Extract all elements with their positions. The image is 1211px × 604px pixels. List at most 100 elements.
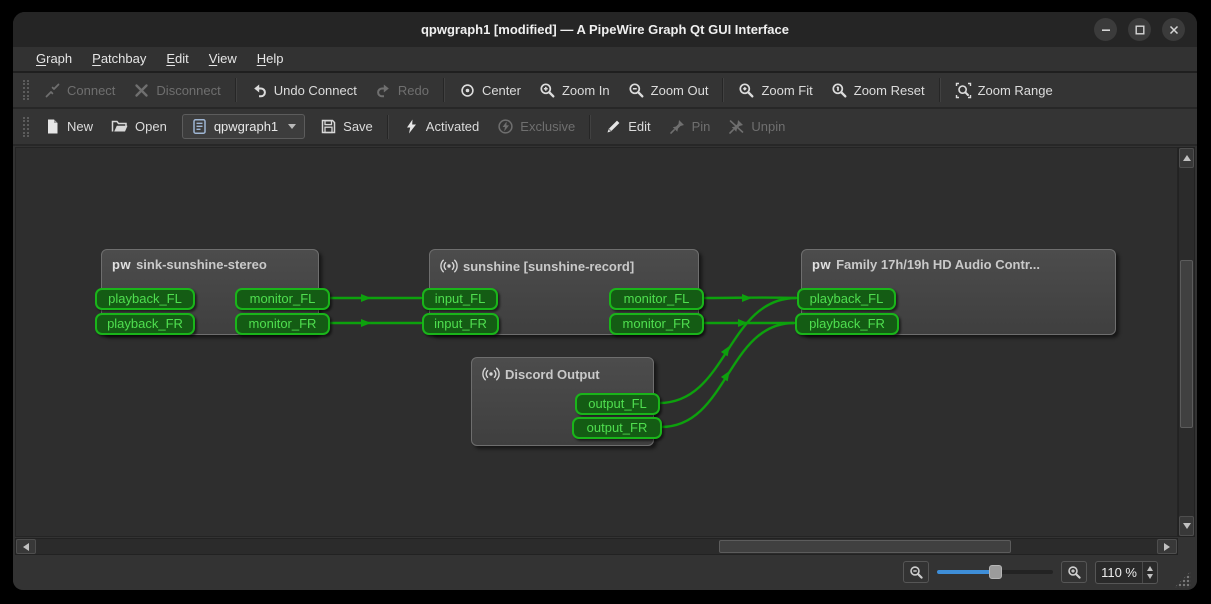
titlebar[interactable]: qpwgraph1 [modified] — A PipeWire Graph … <box>13 12 1197 47</box>
patchbay-select[interactable]: qpwgraph1 <box>182 114 305 139</box>
zoom-reset-icon <box>831 82 848 99</box>
toolbar-drag-handle[interactable] <box>23 80 29 100</box>
scroll-down-button[interactable] <box>1179 516 1194 536</box>
window-title: qpwgraph1 [modified] — A PipeWire Graph … <box>13 12 1197 47</box>
patchbay-file-icon <box>191 118 208 135</box>
zoom-out-icon <box>909 565 924 580</box>
menu-graph[interactable]: Graph <box>26 47 82 71</box>
zoom-fit-icon <box>738 82 755 99</box>
save-button[interactable]: Save <box>311 115 382 138</box>
port-output-fl[interactable]: output_FL <box>575 393 660 415</box>
disconnect-button[interactable]: Disconnect <box>124 79 229 102</box>
center-label: Center <box>482 83 521 98</box>
new-button[interactable]: New <box>35 115 102 138</box>
port-input-fr[interactable]: input_FR <box>422 313 499 335</box>
port-monitor-fr[interactable]: monitor_FR <box>609 313 704 335</box>
zoom-in-button[interactable]: Zoom In <box>530 79 619 102</box>
port-playback-fr[interactable]: playback_FR <box>795 313 899 335</box>
exclusive-label: Exclusive <box>520 119 575 134</box>
scroll-left-button[interactable] <box>16 539 36 554</box>
minimize-icon <box>1100 24 1112 36</box>
zoom-slider-fill <box>937 570 993 574</box>
toolbar-separator <box>443 78 445 102</box>
graph-canvas[interactable]: pw sink-sunshine-stereo playback_FL play… <box>15 147 1178 537</box>
zoom-percent-spinbox[interactable]: 110 % <box>1095 561 1158 584</box>
port-input-fl[interactable]: input_FL <box>422 288 498 310</box>
center-icon <box>459 82 476 99</box>
spin-down-button[interactable] <box>1147 574 1153 579</box>
toolbar-separator <box>939 78 941 102</box>
center-button[interactable]: Center <box>450 79 530 102</box>
minimize-button[interactable] <box>1094 18 1117 41</box>
port-playback-fl[interactable]: playback_FL <box>95 288 195 310</box>
zoom-range-button[interactable]: Zoom Range <box>946 79 1062 102</box>
port-monitor-fl[interactable]: monitor_FL <box>235 288 330 310</box>
menu-view[interactable]: View <box>199 47 247 71</box>
activated-label: Activated <box>426 119 479 134</box>
spin-up-button[interactable] <box>1147 566 1153 571</box>
redo-label: Redo <box>398 83 429 98</box>
save-icon <box>320 118 337 135</box>
zoom-fit-button[interactable]: Zoom Fit <box>729 79 821 102</box>
connect-label: Connect <box>67 83 115 98</box>
status-zoom-out-button[interactable] <box>903 561 929 583</box>
unpin-icon <box>728 118 745 135</box>
spinbox-buttons <box>1142 562 1157 583</box>
port-monitor-fl[interactable]: monitor_FL <box>609 288 704 310</box>
vertical-scroll-thumb[interactable] <box>1180 260 1193 428</box>
scroll-right-button[interactable] <box>1157 539 1177 554</box>
activated-button[interactable]: Activated <box>394 115 488 138</box>
menu-edit[interactable]: Edit <box>156 47 198 71</box>
vertical-scrollbar[interactable] <box>1178 147 1195 537</box>
horizontal-scrollbar[interactable] <box>15 538 1178 555</box>
port-playback-fr[interactable]: playback_FR <box>95 313 195 335</box>
patchbay-toolbar: New Open qpwgraph1 Save Activated Exclus… <box>13 109 1197 146</box>
pin-icon <box>669 118 686 135</box>
arrow-up-icon <box>1183 155 1191 161</box>
pin-button[interactable]: Pin <box>660 115 720 138</box>
close-button[interactable] <box>1162 18 1185 41</box>
canvas-region: pw sink-sunshine-stereo playback_FL play… <box>13 146 1197 556</box>
menu-help[interactable]: Help <box>247 47 294 71</box>
zoom-slider[interactable] <box>937 562 1053 582</box>
scroll-up-button[interactable] <box>1179 148 1194 168</box>
edit-button[interactable]: Edit <box>596 115 659 138</box>
connect-icon <box>44 82 61 99</box>
window-controls <box>1094 18 1185 41</box>
save-label: Save <box>343 119 373 134</box>
maximize-icon <box>1134 24 1146 36</box>
open-button[interactable]: Open <box>102 115 176 138</box>
unpin-button[interactable]: Unpin <box>719 115 794 138</box>
qpwgraph-window: qpwgraph1 [modified] — A PipeWire Graph … <box>13 12 1197 590</box>
disconnect-label: Disconnect <box>156 83 220 98</box>
zoom-out-button[interactable]: Zoom Out <box>619 79 718 102</box>
undo-connect-label: Undo Connect <box>274 83 357 98</box>
zoom-reset-button[interactable]: Zoom Reset <box>822 79 934 102</box>
toolbar-separator <box>589 115 591 139</box>
window-resize-grip[interactable] <box>1174 571 1191 588</box>
connect-button[interactable]: Connect <box>35 79 124 102</box>
zoom-fit-label: Zoom Fit <box>761 83 812 98</box>
edit-pencil-icon <box>605 118 622 135</box>
toolbar-drag-handle[interactable] <box>23 117 29 137</box>
redo-button[interactable]: Redo <box>366 79 438 102</box>
status-zoom-in-button[interactable] <box>1061 561 1087 583</box>
port-monitor-fr[interactable]: monitor_FR <box>235 313 330 335</box>
zoom-in-label: Zoom In <box>562 83 610 98</box>
port-output-fr[interactable]: output_FR <box>572 417 662 439</box>
undo-connect-button[interactable]: Undo Connect <box>242 79 366 102</box>
zoom-out-label: Zoom Out <box>651 83 709 98</box>
connection-wires <box>16 148 1178 537</box>
zoom-percent-value: 110 % <box>1096 565 1142 580</box>
exclusive-button[interactable]: Exclusive <box>488 115 584 138</box>
horizontal-scroll-thumb[interactable] <box>719 540 1011 553</box>
chevron-down-icon <box>288 124 296 129</box>
open-folder-icon <box>111 118 129 135</box>
toolbar-separator <box>387 115 389 139</box>
port-playback-fl[interactable]: playback_FL <box>797 288 896 310</box>
menu-patchbay[interactable]: Patchbay <box>82 47 156 71</box>
maximize-button[interactable] <box>1128 18 1151 41</box>
zoom-slider-handle[interactable] <box>989 565 1002 579</box>
toolbar-separator <box>235 78 237 102</box>
zoom-reset-label: Zoom Reset <box>854 83 925 98</box>
